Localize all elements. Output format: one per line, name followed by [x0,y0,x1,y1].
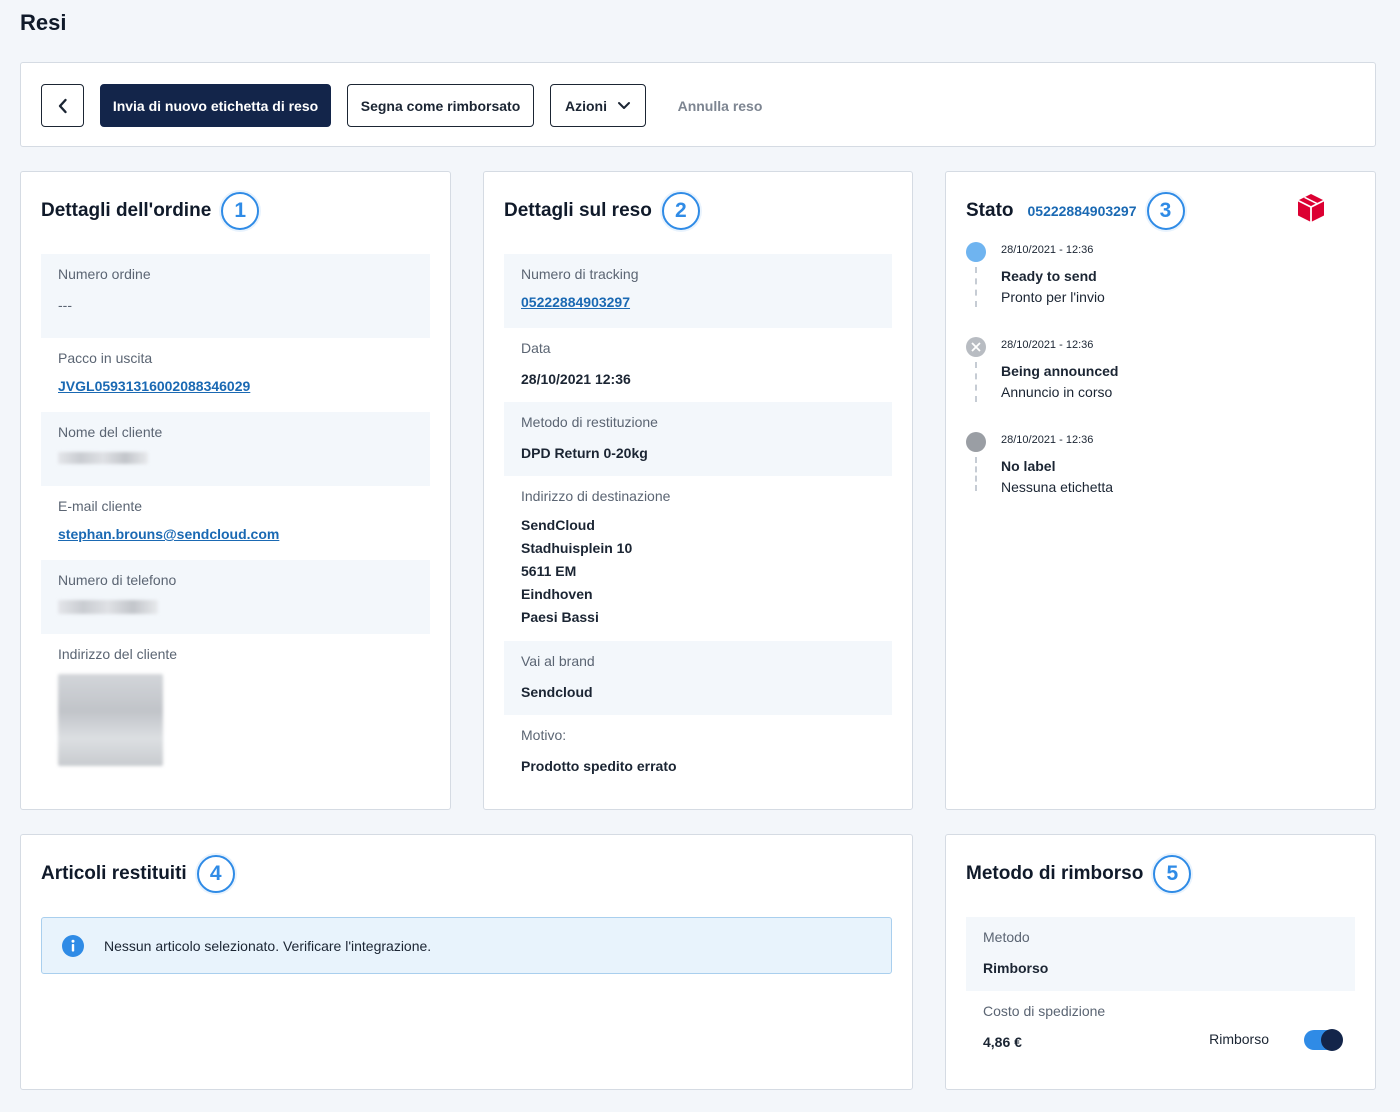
status-tracking-number[interactable]: 05222884903297 [1028,203,1137,219]
status-event-title: No label [1001,458,1056,474]
status-event-subtitle: Pronto per l'invio [1001,289,1105,305]
step-badge-5: 5 [1153,855,1192,893]
brand-label: Vai al brand [521,653,595,669]
return-details-card: Dettagli sul reso 2 Numero di tracking 0… [483,171,913,810]
refund-method-card: Metodo di rimborso 5 Metodo Rimborso Cos… [945,834,1376,1090]
returned-items-card: Articoli restituiti 4 Nessun articolo se… [20,834,913,1090]
refund-method-value: Rimborso [983,960,1049,976]
order-number-value: --- [58,297,72,313]
no-items-alert: Nessun articolo selezionato. Verificare … [41,917,892,974]
step-badge-4: 4 [196,855,235,893]
back-button[interactable] [41,84,84,127]
customer-address-label: Indirizzo del cliente [58,646,178,662]
status-event-title: Being announced [1001,363,1119,379]
phone-field: Numero di telefono [41,560,430,634]
status-event-title: Ready to send [1001,268,1097,284]
status-dot-announced [966,337,986,357]
phone-label: Numero di telefono [58,572,177,588]
action-toolbar: Invia di nuovo etichetta di reso Segna c… [20,62,1376,147]
no-items-message: Nessun articolo selezionato. Verificare … [104,937,432,954]
outgoing-parcel-label: Pacco in uscita [58,350,153,366]
actions-label: Azioni [565,97,607,114]
step-badge-2: 2 [661,192,700,230]
destination-address-value: SendCloud Stadhuisplein 10 5611 EM Eindh… [521,514,875,629]
status-event-subtitle: Annuncio in corso [1001,384,1113,400]
chevron-down-icon [618,101,630,109]
dpd-logo-icon [1297,194,1325,222]
returned-items-title: Articoli restituiti [41,863,187,884]
customer-name-label: Nome del cliente [58,424,163,440]
tracking-link[interactable]: 05222884903297 [521,294,630,310]
step-badge-3: 3 [1146,192,1185,230]
return-method-value: DPD Return 0-20kg [521,445,648,461]
actions-dropdown[interactable]: Azioni [550,84,646,127]
chevron-left-icon [58,98,67,113]
order-details-title: Dettagli dell'ordine [41,200,212,221]
status-event-date: 28/10/2021 - 12:36 [1001,434,1094,446]
refund-method-field: Metodo Rimborso [966,917,1355,991]
step-badge-1: 1 [221,192,260,230]
status-event-subtitle: Nessuna etichetta [1001,479,1114,495]
tracking-label: Numero di tracking [521,266,639,282]
status-card: Stato 05222884903297 3 28/10/2021 - 12:3… [945,171,1376,810]
refund-toggle-label: Rimborso [1209,1031,1269,1047]
customer-email-label: E-mail cliente [58,498,143,514]
page-title: Resi [20,10,67,35]
reason-label: Motivo: [521,727,567,743]
customer-email-field: E-mail cliente stephan.brouns@sendcloud.… [41,486,430,560]
return-method-label: Metodo di restituzione [521,414,658,430]
toggle-knob [1321,1029,1343,1051]
destination-line: SendCloud [521,517,595,533]
destination-address-field: Indirizzo di destinazione SendCloud Stad… [504,476,892,640]
destination-address-label: Indirizzo di destinazione [521,488,671,504]
cancel-x-icon [971,342,981,352]
resend-return-label-button[interactable]: Invia di nuovo etichetta di reso [100,84,331,127]
destination-line: Eindhoven [521,586,593,602]
refund-toggle[interactable] [1304,1029,1343,1051]
cancel-return-button[interactable]: Annulla reso [666,84,774,127]
shipping-cost-label: Costo di spedizione [983,1003,1106,1019]
status-dot-no-label [966,432,986,452]
status-dot-ready [966,242,986,262]
order-details-card: Dettagli dell'ordine 1 Numero ordine ---… [20,171,451,810]
outgoing-parcel-field: Pacco in uscita JVGL05931316002088346029 [41,338,430,412]
date-label: Data [521,340,551,356]
date-field: Data 28/10/2021 12:36 [504,328,892,402]
status-title: Stato [966,200,1014,221]
customer-address-field: Indirizzo del cliente [41,634,430,774]
customer-name-redacted [58,452,148,464]
destination-line: Stadhuisplein 10 [521,540,633,556]
customer-name-field: Nome del cliente [41,412,430,486]
return-details-title: Dettagli sul reso [504,200,652,221]
reason-value: Prodotto spedito errato [521,758,677,774]
customer-email-link[interactable]: stephan.brouns@sendcloud.com [58,526,279,542]
destination-line: Paesi Bassi [521,609,599,625]
refund-method-label: Metodo [983,929,1030,945]
info-icon [62,934,84,957]
brand-value: Sendcloud [521,684,593,700]
shipping-cost-value: 4,86 € [983,1034,1022,1050]
timeline-connector [975,457,977,491]
return-method-field: Metodo di restituzione DPD Return 0-20kg [504,402,892,476]
tracking-field: Numero di tracking 05222884903297 [504,254,892,328]
mark-refunded-button[interactable]: Segna come rimborsato [347,84,534,127]
customer-address-redacted [58,674,163,766]
timeline-connector [975,362,977,402]
status-event-date: 28/10/2021 - 12:36 [1001,339,1094,351]
shipping-cost-field: Costo di spedizione 4,86 € Rimborso [966,991,1355,1065]
order-number-field: Numero ordine --- [41,254,430,338]
outgoing-parcel-link[interactable]: JVGL05931316002088346029 [58,378,250,394]
reason-field: Motivo: Prodotto spedito errato [504,715,892,789]
date-value: 28/10/2021 12:36 [521,371,631,387]
status-event-date: 28/10/2021 - 12:36 [1001,244,1094,256]
phone-redacted [58,600,158,614]
order-number-label: Numero ordine [58,266,151,282]
refund-method-title: Metodo di rimborso [966,863,1144,884]
timeline-connector [975,267,977,307]
brand-field: Vai al brand Sendcloud [504,641,892,715]
destination-line: 5611 EM [521,563,577,579]
